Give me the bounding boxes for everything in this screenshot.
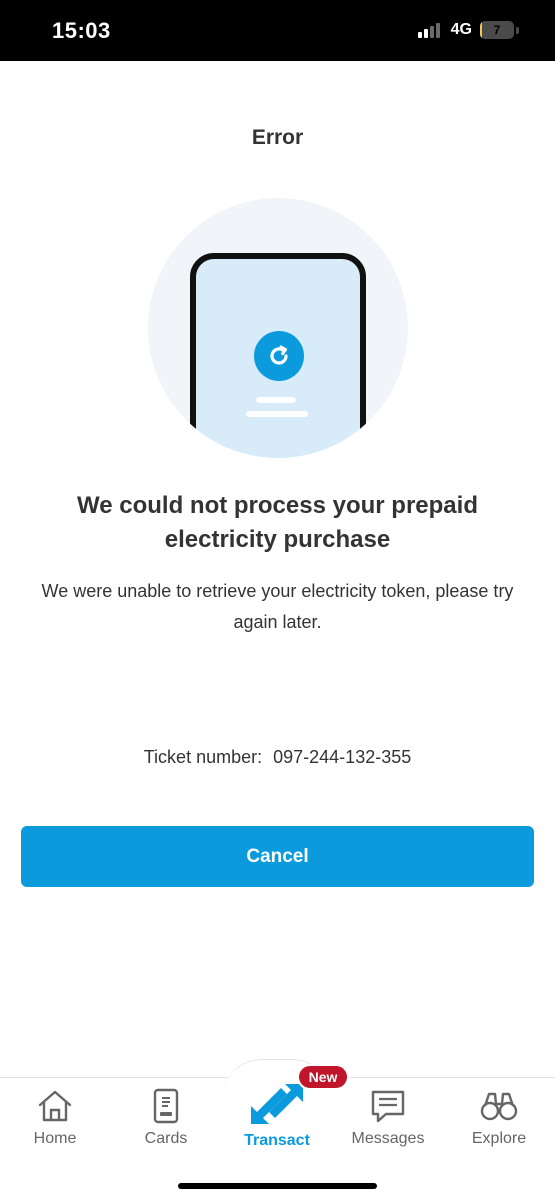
page-title: Error [251, 126, 304, 149]
error-illustration [148, 198, 408, 458]
placeholder-line [246, 411, 308, 417]
nav-label-transact: Transact [244, 1132, 310, 1149]
refresh-icon [254, 331, 304, 381]
nav-item-home[interactable]: Home [5, 1086, 105, 1148]
home-indicator [178, 1183, 377, 1189]
placeholder-line [256, 397, 296, 403]
signal-icon [417, 23, 440, 38]
error-headline: We could not process your prepaid electr… [77, 492, 478, 553]
nav-label-home: Home [33, 1130, 77, 1147]
phone-illustration [190, 253, 366, 458]
nav-label-cards: Cards [144, 1130, 188, 1147]
error-description: We were unable to retrieve your electric… [41, 581, 514, 632]
nav-label-messages: Messages [351, 1130, 425, 1147]
nav-label-explore: Explore [471, 1130, 527, 1147]
ticket-label: Ticket number: [143, 747, 263, 767]
status-indicators: 4G 7 [417, 20, 519, 40]
status-time: 15:03 [52, 18, 111, 43]
ticket-number: Ticket number: 097-244-132-355 [0, 747, 555, 768]
cancel-button[interactable]: Cancel [21, 826, 534, 887]
transfer-arrows-icon [251, 1084, 303, 1124]
card-icon [153, 1088, 179, 1124]
nav-item-cards[interactable]: Cards [116, 1086, 216, 1148]
battery-level: 7 [493, 23, 501, 37]
binoculars-icon [480, 1092, 518, 1121]
nav-item-explore[interactable]: Explore [449, 1086, 549, 1148]
home-icon [38, 1090, 72, 1122]
ticket-value: 097-244-132-355 [273, 747, 412, 767]
status-bar: 15:03 4G 7 [0, 0, 555, 61]
nav-item-messages[interactable]: Messages [338, 1086, 438, 1148]
battery-icon: 7 [480, 21, 514, 39]
nav-item-transact[interactable]: Transact [227, 1084, 327, 1150]
message-icon [371, 1090, 405, 1123]
network-type: 4G [450, 21, 472, 38]
